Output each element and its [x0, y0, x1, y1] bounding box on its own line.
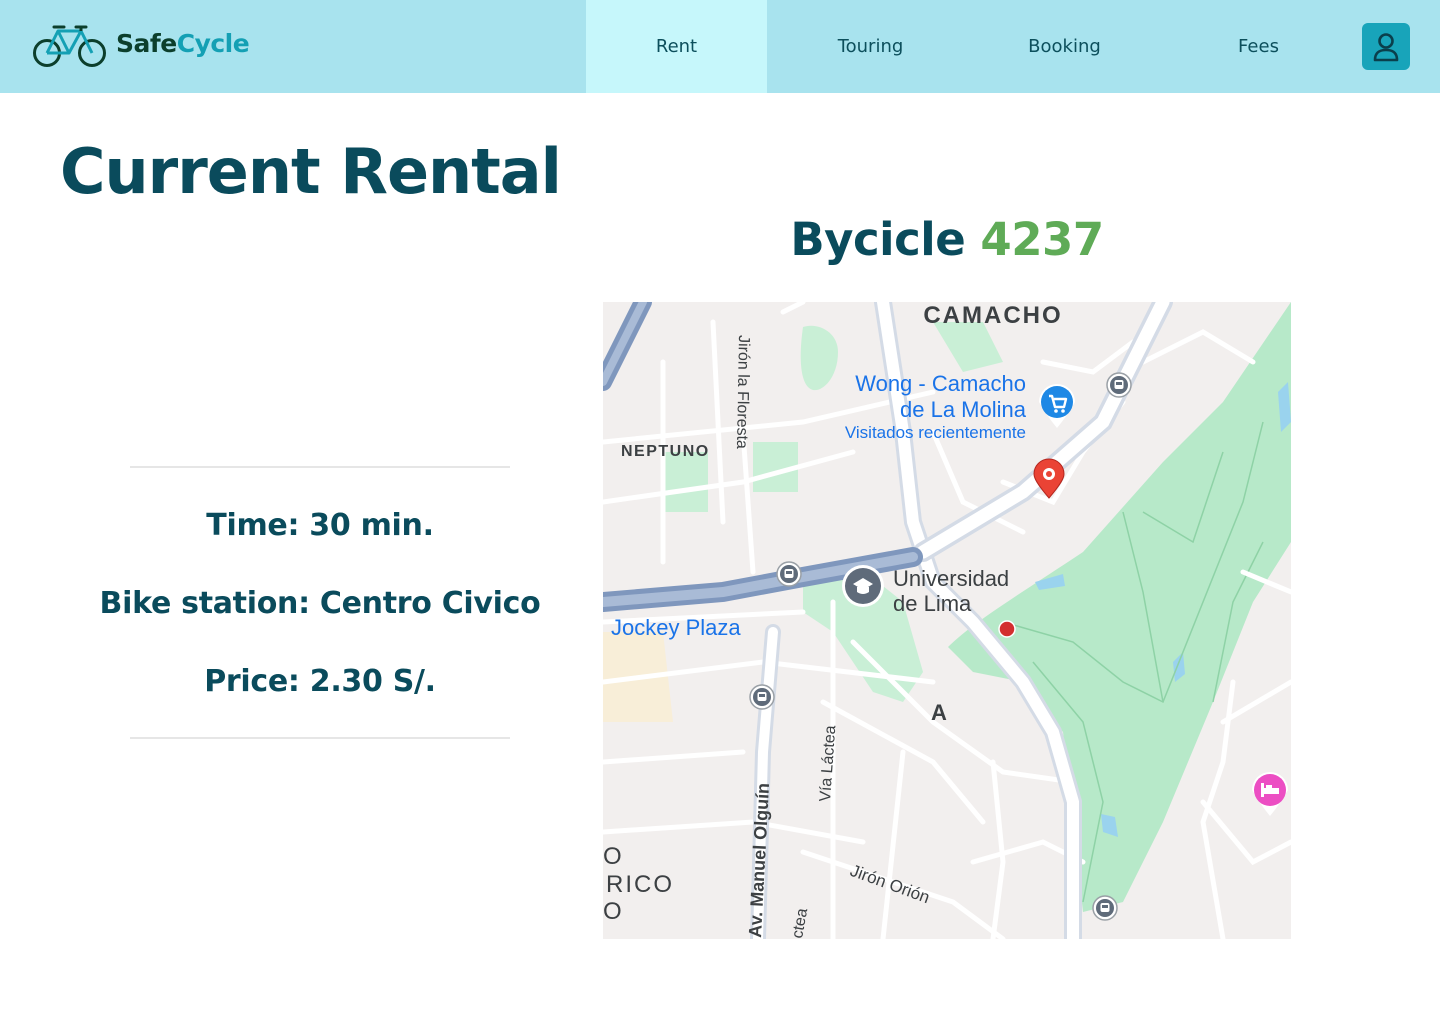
- bus-stop-icon[interactable]: [1092, 895, 1118, 921]
- bike-label: Bycicle: [790, 213, 966, 266]
- rental-time: Time: 30 min.: [206, 508, 434, 543]
- bus-stop-icon[interactable]: [1106, 372, 1132, 398]
- map-label: NEPTUNO: [621, 443, 710, 460]
- rental-price: Price: 2.30 S/.: [204, 664, 436, 699]
- divider-top: [130, 466, 510, 468]
- nav-item-rent[interactable]: Rent: [586, 0, 767, 93]
- bike-title: Bycicle 4237: [603, 212, 1291, 268]
- page-title: Current Rental: [60, 135, 562, 208]
- rental-location-map[interactable]: CAMACHO NEPTUNO Jirón la Floresta Wong -…: [603, 302, 1291, 939]
- map-label: de La Molina: [900, 397, 1027, 422]
- brand-name-part1: Safe: [116, 29, 177, 58]
- rental-station: Bike station: Centro Civico: [99, 586, 541, 621]
- user-icon: [1373, 32, 1399, 61]
- map-label: Jirón la Floresta: [733, 335, 752, 449]
- user-profile-button[interactable]: [1362, 23, 1410, 70]
- nav-item-fees[interactable]: Fees: [1168, 0, 1349, 93]
- map-label: O: [603, 843, 624, 870]
- brand-logo[interactable]: SafeCycle: [32, 20, 262, 70]
- nav-item-label: Booking: [1028, 36, 1101, 57]
- brand-name: SafeCycle: [116, 29, 250, 58]
- map-label: de Lima: [893, 591, 972, 616]
- map-label: RICO: [606, 871, 674, 898]
- nav-item-label: Rent: [655, 36, 698, 57]
- nav-item-booking[interactable]: Booking: [974, 0, 1155, 93]
- top-navigation-bar: SafeCycle Rent Touring Booking Fees: [0, 0, 1440, 93]
- map-canvas: CAMACHO NEPTUNO Jirón la Floresta Wong -…: [603, 302, 1291, 939]
- bus-stop-icon[interactable]: [776, 561, 802, 587]
- bicycle-icon: [33, 25, 106, 67]
- nav-item-label: Touring: [837, 36, 904, 57]
- map-label: Jockey Plaza: [611, 615, 741, 640]
- nav-item-touring[interactable]: Touring: [780, 0, 961, 93]
- map-label: CAMACHO: [923, 302, 1062, 329]
- map-label: Visitados recientemente: [845, 423, 1026, 442]
- nav-item-label: Fees: [1238, 36, 1279, 57]
- bus-stop-icon[interactable]: [749, 684, 775, 710]
- brand-name-part2: Cycle: [176, 29, 250, 58]
- map-label: O: [603, 898, 624, 925]
- park-area: [663, 452, 708, 512]
- bike-location-marker[interactable]: [998, 620, 1016, 638]
- map-label: Wong - Camacho: [855, 371, 1026, 396]
- map-label: Universidad: [893, 566, 1009, 591]
- education-icon[interactable]: [842, 565, 884, 607]
- map-label: A: [931, 700, 947, 725]
- divider-bottom: [130, 737, 510, 739]
- bike-number: 4237: [980, 213, 1104, 266]
